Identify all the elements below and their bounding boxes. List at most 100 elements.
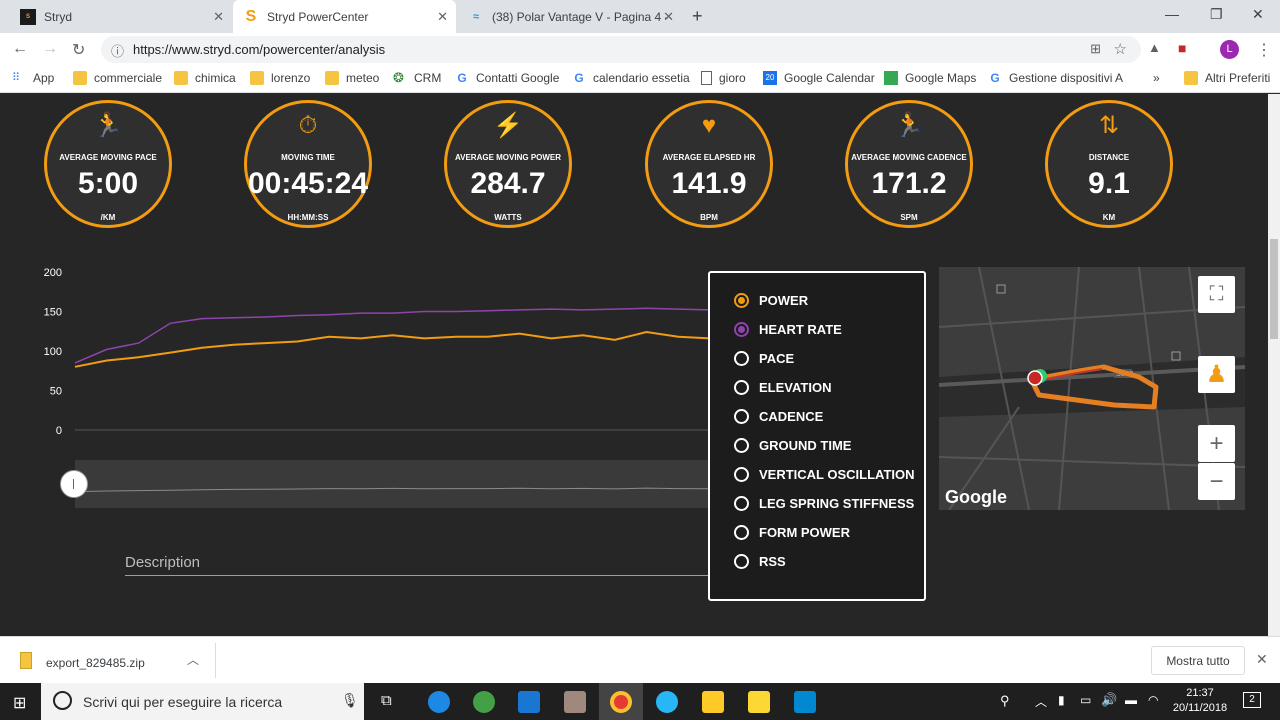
close-icon[interactable]: ✕	[213, 9, 224, 25]
close-download-bar-icon[interactable]: ✕	[1256, 651, 1268, 668]
internet-explorer-icon[interactable]	[656, 691, 678, 713]
show-all-button[interactable]: Mostra tutto	[1151, 646, 1245, 675]
scrollbar-thumb[interactable]	[1270, 239, 1278, 339]
legend-item[interactable]: FORM POWER	[734, 525, 850, 540]
bookmark-contatti-google[interactable]: G Contatti Google	[455, 71, 559, 85]
mail-folder-icon[interactable]	[702, 691, 724, 713]
radio-icon[interactable]	[734, 293, 749, 308]
zoom-in-button[interactable]: +	[1198, 425, 1235, 462]
usb-icon[interactable]: ▮	[1058, 693, 1065, 707]
edge-icon[interactable]	[428, 691, 450, 713]
radio-icon[interactable]	[734, 525, 749, 540]
tab-stryd-powercenter[interactable]: S Stryd PowerCenter ✕	[233, 0, 456, 33]
info-icon[interactable]: ⓘ	[111, 41, 124, 60]
radio-icon[interactable]	[734, 554, 749, 569]
file-explorer-icon[interactable]	[748, 691, 770, 713]
legend-item[interactable]: ELEVATION	[734, 380, 831, 395]
bookmark-gioro[interactable]: gioro	[701, 71, 746, 85]
close-icon[interactable]: ✕	[437, 9, 448, 25]
folder-icon	[73, 71, 87, 85]
network-icon[interactable]: ▭	[1080, 693, 1091, 707]
chrome-canary-icon[interactable]	[473, 691, 495, 713]
bookmark-google-calendar[interactable]: 20 Google Calendar	[763, 71, 875, 85]
download-filename[interactable]: export_829485.zip	[46, 656, 145, 670]
y-tick-label: 150	[44, 307, 62, 319]
taskbar-search[interactable]: Scrivi qui per eseguire la ricerca 🎙	[41, 683, 364, 720]
y-tick-label: 0	[56, 425, 62, 437]
bookmark-altri-preferiti[interactable]: Altri Preferiti	[1184, 71, 1270, 85]
chrome-icon[interactable]	[610, 691, 632, 713]
radio-icon[interactable]	[734, 496, 749, 511]
radio-icon[interactable]	[734, 438, 749, 453]
zip-file-icon	[20, 652, 32, 669]
close-icon[interactable]: ✕	[663, 9, 674, 25]
chevron-up-icon[interactable]: ︿	[187, 651, 199, 668]
navigator-handle[interactable]	[60, 470, 88, 498]
bookmark-chimica[interactable]: chimica	[174, 71, 236, 85]
zoom-out-button[interactable]: −	[1198, 463, 1235, 500]
tab-polar[interactable]: ≈ (38) Polar Vantage V - Pagina 4 - ✕	[458, 0, 682, 33]
battery-icon[interactable]: ▬	[1125, 693, 1137, 707]
bookmark-google-maps[interactable]: Google Maps	[884, 71, 976, 85]
route-map[interactable]: SS67 ⛶ ♟ + − Google	[939, 267, 1245, 510]
volume-icon[interactable]: 🔊	[1101, 692, 1117, 708]
radio-icon[interactable]	[734, 467, 749, 482]
radio-icon[interactable]	[734, 322, 749, 337]
power-hr-chart[interactable]: 05010015020000:00:0000:04:0700:08:1400:1…	[30, 262, 710, 442]
bookmark-calendario[interactable]: Gcalendario essetia	[572, 71, 689, 85]
microphone-icon[interactable]: 🎙	[341, 692, 359, 709]
task-view-icon[interactable]: ⧉	[381, 692, 392, 709]
legend-item[interactable]: CADENCE	[734, 409, 823, 424]
radio-icon[interactable]	[734, 409, 749, 424]
fullscreen-button[interactable]: ⛶	[1198, 276, 1235, 313]
forward-arrow-icon[interactable]: →	[42, 40, 58, 58]
more-bookmarks-chevron-icon[interactable]: »	[1153, 71, 1160, 85]
metric-value: 5:00	[77, 167, 139, 200]
avatar[interactable]: L	[1220, 40, 1239, 59]
bookmark-apps[interactable]: ⠿ App	[12, 71, 54, 85]
bookmark-crm[interactable]: ❂ CRM	[393, 71, 441, 86]
legend-item[interactable]: LEG SPRING STIFFNESS	[734, 496, 914, 511]
metric-label: AVERAGE MOVING POWER	[454, 153, 562, 162]
bookmark-meteo[interactable]: meteo	[325, 71, 379, 85]
bookmark-lorenzo[interactable]: lorenzo	[250, 71, 310, 85]
description-label[interactable]: Description	[125, 554, 200, 571]
app-icon[interactable]	[564, 691, 586, 713]
legend-item[interactable]: PACE	[734, 351, 794, 366]
chart-navigator[interactable]	[74, 460, 711, 508]
outlook-icon[interactable]	[794, 691, 816, 713]
window-close-button[interactable]: ✕	[1252, 6, 1264, 23]
bookmark-commerciale[interactable]: commerciale	[73, 71, 162, 85]
star-icon[interactable]: ☆	[1114, 40, 1127, 58]
tray-chevron-icon[interactable]: ︿	[1035, 693, 1047, 710]
bookmark-gestione[interactable]: G Gestione dispositivi A	[988, 71, 1123, 85]
tab-stryd[interactable]: S Stryd ✕	[10, 0, 232, 33]
notifications-badge[interactable]: 2	[1243, 692, 1261, 708]
store-icon[interactable]	[518, 691, 540, 713]
street-view-pegman-icon[interactable]: ♟	[1198, 356, 1235, 393]
legend-item[interactable]: GROUND TIME	[734, 438, 851, 453]
legend-item[interactable]: RSS	[734, 554, 786, 569]
page-scrollbar[interactable]	[1268, 94, 1280, 636]
windows-start-icon[interactable]: ⊞	[13, 693, 26, 713]
new-tab-button[interactable]: +	[692, 6, 703, 27]
legend-item[interactable]: HEART RATE	[734, 322, 842, 337]
radio-icon[interactable]	[734, 351, 749, 366]
wifi-icon[interactable]: ◠	[1148, 693, 1158, 707]
stryd-logo-icon: S	[245, 7, 257, 25]
menu-dots-icon[interactable]: ⋮	[1256, 40, 1272, 60]
extension-shield-icon[interactable]: ■	[1178, 40, 1186, 56]
heart-icon: ♥	[701, 112, 717, 139]
back-arrow-icon[interactable]: ←	[12, 40, 28, 58]
translate-icon[interactable]: ⊞	[1090, 41, 1101, 57]
legend-item[interactable]: VERTICAL OSCILLATION	[734, 467, 915, 482]
extension-icon[interactable]: ▲	[1148, 40, 1161, 55]
minimize-button[interactable]: —	[1165, 6, 1179, 22]
reload-icon[interactable]: ↻	[72, 40, 85, 60]
radio-icon[interactable]	[734, 380, 749, 395]
address-bar[interactable]: ⓘ https://www.stryd.com/powercenter/anal…	[101, 36, 1141, 63]
maximize-button[interactable]: ❐	[1210, 6, 1223, 23]
legend-item[interactable]: POWER	[734, 293, 808, 308]
clock[interactable]: 21:37 20/11/2018	[1168, 686, 1232, 716]
people-icon[interactable]: ⚲	[1000, 693, 1010, 709]
